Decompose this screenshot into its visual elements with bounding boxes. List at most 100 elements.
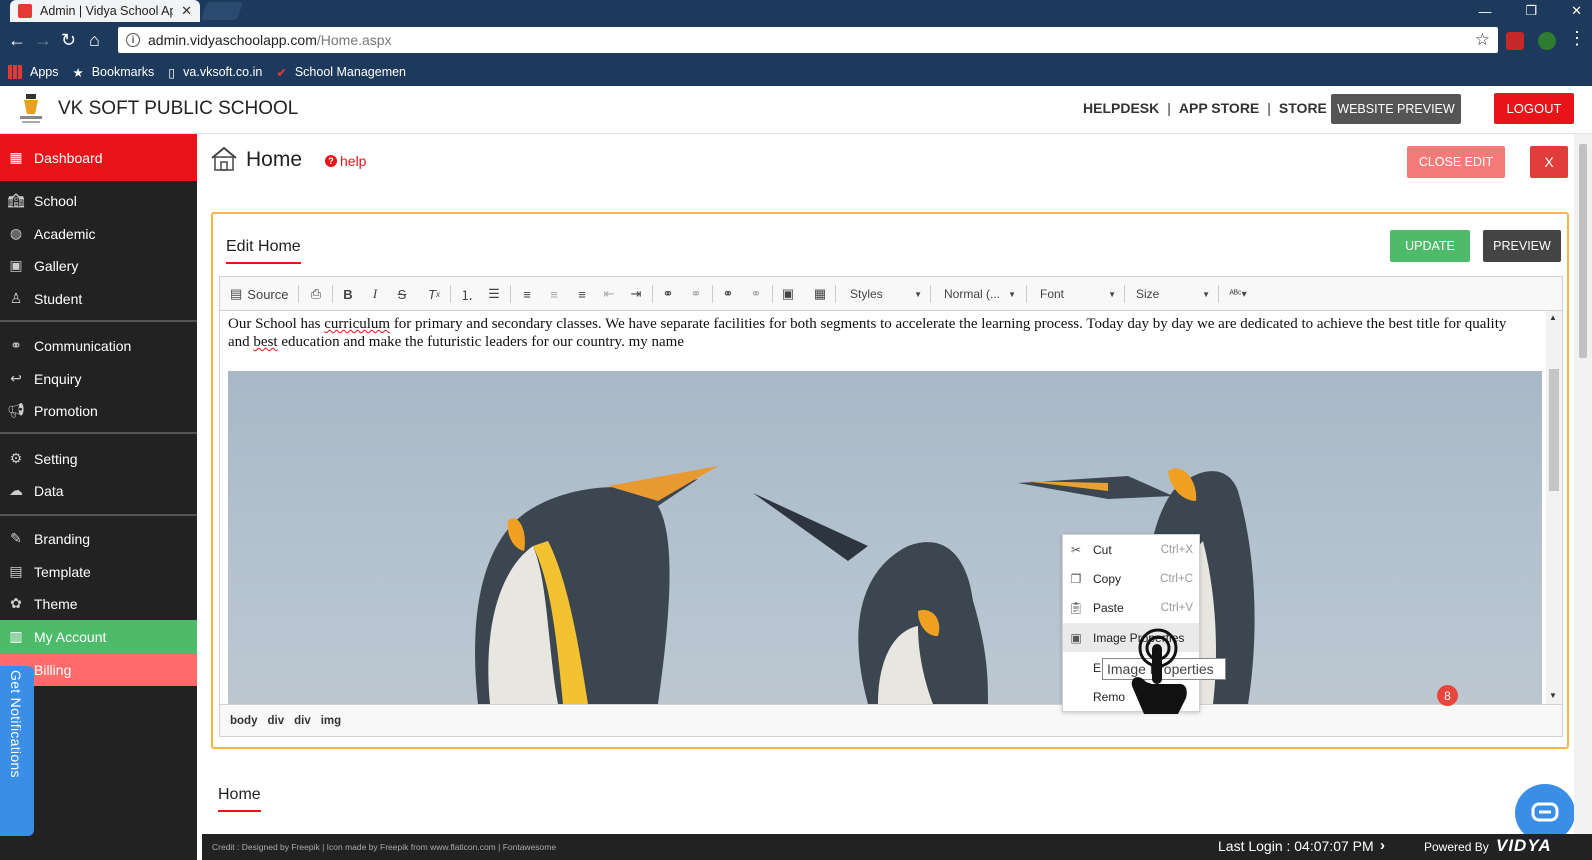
notification-badge[interactable]: 8 bbox=[1437, 685, 1458, 706]
sidebar-item-setting[interactable]: ⚙ Setting bbox=[0, 442, 197, 475]
editor-scroll-thumb[interactable] bbox=[1549, 369, 1559, 491]
logout-button[interactable]: LOGOUT bbox=[1494, 93, 1574, 124]
table-icon[interactable]: ▦ bbox=[810, 284, 830, 304]
styles-dropdown[interactable]: Styles ▼ bbox=[840, 284, 926, 304]
bulleted-list-icon[interactable]: ☰ bbox=[484, 284, 504, 304]
menu-item-paste[interactable]: 📋︎ Paste Ctrl+V bbox=[1063, 593, 1199, 622]
menu-dots-icon[interactable]: ⋮ bbox=[1568, 28, 1586, 48]
align-left-icon[interactable]: ≡ bbox=[517, 284, 537, 304]
sidebar-item-communication[interactable]: ⚭ Communication bbox=[0, 329, 197, 362]
sidebar-item-label: Setting bbox=[34, 450, 78, 467]
source-button[interactable]: ▤ Source bbox=[230, 284, 289, 304]
url-input[interactable]: i admin.vidyaschoolapp.com/Home.aspx ☆ bbox=[118, 27, 1498, 53]
home-browser-icon[interactable]: ⌂ bbox=[89, 30, 100, 50]
toolbar-separator bbox=[298, 285, 299, 303]
bookmark-bookmarks[interactable]: ★ Bookmarks bbox=[73, 65, 155, 80]
update-button[interactable]: UPDATE bbox=[1390, 230, 1470, 262]
scroll-down-icon[interactable]: ▼ bbox=[1549, 691, 1557, 700]
editor-paragraph[interactable]: Our School has curriculum for primary an… bbox=[228, 315, 1518, 351]
menu-item-copy[interactable]: ❐ Copy Ctrl+C bbox=[1063, 564, 1199, 593]
sidebar-item-theme[interactable]: ✿ Theme bbox=[0, 587, 197, 620]
url-path: /Home.aspx bbox=[316, 32, 392, 48]
path-item[interactable]: div bbox=[294, 715, 311, 727]
school-icon: 🏫︎ bbox=[7, 192, 25, 208]
font-dropdown[interactable]: Font ▼ bbox=[1030, 284, 1120, 304]
reload-icon[interactable]: ↻ bbox=[61, 30, 76, 50]
size-dropdown[interactable]: Size ▼ bbox=[1128, 284, 1214, 304]
link-icon[interactable]: ⚭ bbox=[658, 284, 678, 304]
preview-button[interactable]: PREVIEW bbox=[1483, 230, 1561, 262]
sidebar-item-my-account[interactable]: ▥ My Account bbox=[0, 620, 197, 653]
helpdesk-link[interactable]: HELPDESK bbox=[1083, 100, 1159, 116]
info-icon[interactable]: i bbox=[126, 33, 140, 47]
sidebar-item-dashboard[interactable]: ▦ Dashboard bbox=[0, 134, 197, 181]
align-center-icon[interactable]: ≡ bbox=[544, 284, 564, 304]
website-preview-button[interactable]: WEBSITE PREVIEW bbox=[1331, 94, 1461, 124]
header-links: HELPDESK | APP STORE | STORE bbox=[1083, 100, 1327, 116]
outdent-icon[interactable]: ⇤ bbox=[599, 284, 619, 304]
dropdown-arrow-icon: ▼ bbox=[1202, 289, 1210, 299]
close-window-icon[interactable]: ✕ bbox=[1571, 3, 1582, 19]
new-tab-button[interactable] bbox=[200, 2, 244, 20]
remove-anchor-icon[interactable]: ⚭ bbox=[746, 284, 766, 304]
scroll-up-icon[interactable]: ▲ bbox=[1549, 313, 1557, 322]
editor-scrollbar[interactable]: ▲ ▼ bbox=[1546, 311, 1562, 704]
sidebar-item-academic[interactable]: ◍ Academic bbox=[0, 217, 197, 250]
edit-panel: Edit Home UPDATE PREVIEW ▤ Source ⎙ B I … bbox=[211, 212, 1569, 749]
align-right-icon[interactable]: ≡ bbox=[572, 284, 592, 304]
help-label: help bbox=[340, 153, 367, 169]
sidebar-item-branding[interactable]: ✎ Branding bbox=[0, 522, 197, 555]
back-icon[interactable]: ← bbox=[8, 30, 26, 50]
strikethrough-icon[interactable]: S bbox=[392, 284, 412, 304]
tab-close-icon[interactable]: ✕ bbox=[181, 3, 192, 19]
penguins-image[interactable] bbox=[228, 371, 1542, 704]
sidebar-item-promotion[interactable]: 📢︎ Promotion bbox=[0, 394, 197, 427]
indent-icon[interactable]: ⇥ bbox=[626, 284, 646, 304]
minimize-icon[interactable]: — bbox=[1478, 4, 1491, 19]
chevron-right-icon[interactable]: › bbox=[1380, 837, 1385, 854]
favicon-icon bbox=[18, 4, 32, 18]
sidebar-item-template[interactable]: ▤ Template bbox=[0, 555, 197, 588]
separator: | bbox=[1167, 100, 1171, 116]
numbered-list-icon[interactable]: ⒈ bbox=[457, 284, 477, 304]
extension-icon[interactable] bbox=[1506, 32, 1524, 50]
page-scroll-thumb[interactable] bbox=[1579, 144, 1587, 358]
help-link[interactable]: ? help bbox=[325, 153, 366, 169]
browser-tab[interactable]: Admin | Vidya School Ap ✕ bbox=[10, 0, 200, 22]
bookmark-vksoft[interactable]: ▯ va.vksoft.co.in bbox=[168, 65, 262, 80]
bookmark-label: School Managemen bbox=[294, 65, 407, 79]
unlink-icon[interactable]: ⚭ bbox=[686, 284, 706, 304]
bold-icon[interactable]: B bbox=[338, 284, 358, 304]
spellcheck-icon[interactable]: ᴬᴮᶜ▾ bbox=[1224, 284, 1252, 304]
restore-icon[interactable]: ❐ bbox=[1525, 3, 1537, 19]
editor-content[interactable]: Our School has curriculum for primary an… bbox=[220, 311, 1562, 704]
insert-image-icon[interactable]: ▣ bbox=[778, 284, 798, 304]
path-item[interactable]: div bbox=[267, 715, 284, 727]
source-label: Source bbox=[247, 286, 289, 302]
grammarly-icon[interactable] bbox=[1538, 32, 1556, 50]
print-icon[interactable]: ⎙ bbox=[306, 284, 326, 304]
path-item[interactable]: img bbox=[321, 715, 341, 727]
page-scrollbar[interactable] bbox=[1574, 134, 1592, 834]
sidebar-item-enquiry[interactable]: ↩ Enquiry bbox=[0, 362, 197, 395]
italic-icon[interactable]: I bbox=[365, 284, 385, 304]
sidebar-item-gallery[interactable]: ▣ Gallery bbox=[0, 249, 197, 282]
remove-format-icon[interactable]: Tx bbox=[424, 284, 444, 304]
get-notifications-tab[interactable]: Get Notifications bbox=[0, 666, 34, 836]
close-x-button[interactable]: X bbox=[1530, 146, 1568, 178]
anchor-icon[interactable]: ⚭ bbox=[718, 284, 738, 304]
app-store-link[interactable]: APP STORE bbox=[1179, 100, 1259, 116]
bookmark-school-management[interactable]: ✔ School Managemen bbox=[276, 65, 406, 80]
bookmark-apps[interactable]: Apps bbox=[8, 65, 59, 79]
bookmark-star-icon[interactable]: ☆ bbox=[1475, 30, 1490, 50]
forward-icon[interactable]: → bbox=[34, 30, 52, 50]
path-item[interactable]: body bbox=[230, 715, 257, 727]
toolbar-separator bbox=[712, 285, 713, 303]
sidebar-item-data[interactable]: ☁ Data bbox=[0, 474, 197, 507]
store-link[interactable]: STORE bbox=[1279, 100, 1327, 116]
close-edit-button[interactable]: CLOSE EDIT bbox=[1407, 146, 1505, 178]
menu-item-cut[interactable]: ✂ Cut Ctrl+X bbox=[1063, 535, 1199, 564]
sidebar-item-school[interactable]: 🏫︎ School bbox=[0, 184, 197, 217]
format-dropdown[interactable]: Normal (... ▼ bbox=[934, 284, 1020, 304]
sidebar-item-student[interactable]: ♙ Student bbox=[0, 282, 197, 315]
